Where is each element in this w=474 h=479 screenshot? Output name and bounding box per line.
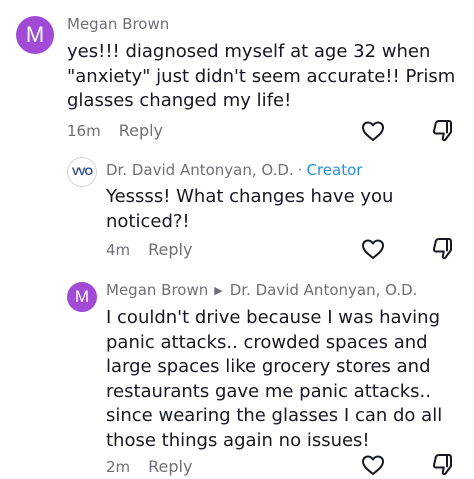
reply-button[interactable]: Reply: [148, 240, 192, 259]
avatar-logo-text: VVO: [71, 166, 93, 178]
thumbs-down-outline-icon[interactable]: [430, 452, 456, 478]
reply-to-name[interactable]: Dr. David Antonyan, O.D.: [230, 281, 418, 299]
heart-outline-icon[interactable]: [360, 236, 386, 262]
avatar[interactable]: M: [16, 16, 54, 54]
comment-meta: 16m Reply: [67, 121, 163, 140]
comment-timestamp: 4m: [106, 240, 131, 259]
author-name: Megan Brown: [67, 15, 170, 33]
comment-text: yes!!! diagnosed myself at age 32 when "…: [67, 41, 456, 111]
avatar-letter: M: [74, 287, 90, 306]
reply-arrow-icon: ▶: [214, 283, 223, 297]
avatar[interactable]: M: [67, 282, 97, 312]
comment-timestamp: 2m: [106, 457, 131, 476]
author-name: Megan Brown: [106, 281, 209, 299]
comment-author[interactable]: Dr. David Antonyan, O.D. · Creator: [106, 161, 362, 179]
thumbs-down-outline-icon[interactable]: [430, 236, 456, 262]
comment-text: I couldn't drive because I was having pa…: [106, 307, 443, 451]
avatar[interactable]: VVO: [67, 157, 97, 187]
comment-author[interactable]: Megan Brown: [67, 15, 169, 33]
comment-meta: 4m Reply: [106, 240, 192, 259]
comment-author[interactable]: Megan Brown ▶ Dr. David Antonyan, O.D.: [106, 281, 417, 299]
heart-outline-icon[interactable]: [360, 452, 386, 478]
comment-meta: 2m Reply: [106, 457, 192, 476]
reply-button[interactable]: Reply: [119, 121, 163, 140]
reply-button[interactable]: Reply: [148, 457, 192, 476]
comment-timestamp: 16m: [67, 121, 101, 140]
thumbs-down-outline-icon[interactable]: [430, 118, 456, 144]
heart-outline-icon[interactable]: [360, 118, 386, 144]
author-name: Dr. David Antonyan, O.D.: [106, 161, 294, 179]
creator-badge: Creator: [306, 161, 363, 179]
separator-dot: ·: [297, 161, 303, 179]
comment-text: Yessss! What changes have you noticed?!: [106, 186, 394, 232]
avatar-letter: M: [25, 22, 45, 47]
